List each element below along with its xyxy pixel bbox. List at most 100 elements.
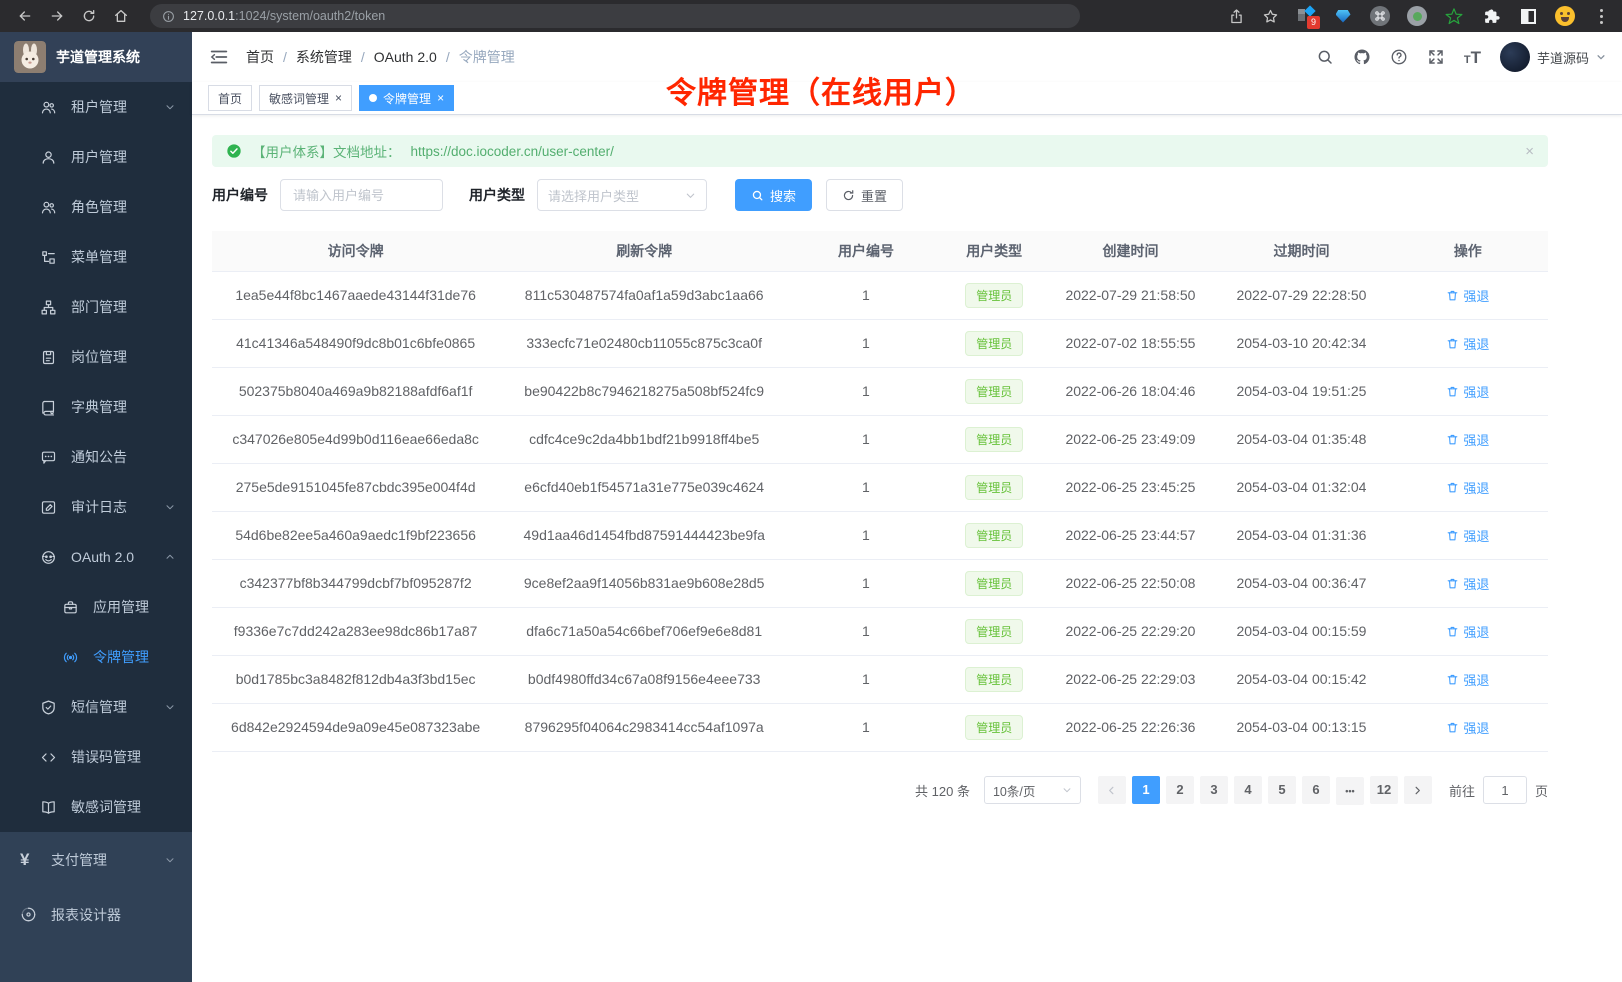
github-icon[interactable] xyxy=(1353,48,1371,66)
close-icon[interactable]: × xyxy=(437,92,444,104)
collapse-sidebar-icon[interactable] xyxy=(208,46,230,68)
message-icon xyxy=(40,449,57,466)
tab-token[interactable]: 令牌管理× xyxy=(359,85,454,111)
token-table: 访问令牌刷新令牌用户编号用户类型创建时间过期时间操作 1ea5e44f8bc14… xyxy=(212,231,1548,752)
search-button[interactable]: 搜索 xyxy=(735,179,812,211)
sidebar-item-oauth2-app[interactable]: 应用管理 xyxy=(0,582,192,632)
sidebar-item-label: OAuth 2.0 xyxy=(71,549,134,565)
created-cell: 2022-06-25 23:49:09 xyxy=(1046,415,1216,463)
book-icon xyxy=(40,399,57,416)
doc-link[interactable]: https://doc.iocoder.cn/user-center/ xyxy=(411,144,614,159)
tab-sensitive-word[interactable]: 敏感词管理× xyxy=(259,85,352,111)
force-logout-link[interactable]: 强退 xyxy=(1446,334,1489,353)
goto-page-input[interactable] xyxy=(1483,776,1527,804)
sidebar-item-oauth2[interactable]: OAuth 2.0 xyxy=(0,532,192,582)
force-logout-link[interactable]: 强退 xyxy=(1446,382,1489,401)
user-type-tag: 管理员 xyxy=(965,571,1023,596)
gem-extension-icon[interactable] xyxy=(1333,6,1353,26)
force-logout-link[interactable]: 强退 xyxy=(1446,430,1489,449)
app-logo xyxy=(14,41,46,73)
evernote-extension-icon[interactable] xyxy=(1444,6,1464,26)
alert-close-icon[interactable]: × xyxy=(1525,143,1534,160)
table-row: c347026e805e4d99b0d116eae66eda8ccdfc4ce9… xyxy=(212,415,1548,463)
browser-menu-icon[interactable] xyxy=(1592,9,1610,24)
reload-icon[interactable] xyxy=(76,3,102,29)
user-type-select[interactable]: 请选择用户类型 xyxy=(537,179,707,211)
reset-button[interactable]: 重置 xyxy=(826,179,903,211)
page-size-select[interactable]: 10条/页 xyxy=(984,776,1081,804)
sidebar-item-sensitive-word[interactable]: 敏感词管理 xyxy=(0,782,192,832)
user-id-input[interactable] xyxy=(280,179,443,211)
sidebar-item-post[interactable]: 岗位管理 xyxy=(0,332,192,382)
sidebar-item-dict[interactable]: 字典管理 xyxy=(0,382,192,432)
sidebar-item-user[interactable]: 用户管理 xyxy=(0,132,192,182)
column-header: 用户编号 xyxy=(789,231,943,271)
breadcrumb: 首页 / 系统管理 / OAuth 2.0 / 令牌管理 xyxy=(246,47,515,67)
total-count: 共 120 条 xyxy=(915,781,970,800)
font-size-icon[interactable]: TT xyxy=(1464,49,1481,66)
refresh-token-cell: dfa6c71a50a54c66bef706ef9e6e8d81 xyxy=(499,607,789,655)
help-icon[interactable] xyxy=(1390,48,1408,66)
sidebar-item-notice[interactable]: 通知公告 xyxy=(0,432,192,482)
chevron-up-icon xyxy=(164,551,176,563)
sidebar-item-pay[interactable]: ¥支付管理 xyxy=(0,832,192,887)
page-4[interactable]: 4 xyxy=(1234,776,1262,804)
sidebar-item-report-designer[interactable]: 报表设计器 xyxy=(0,887,192,942)
site-info-icon[interactable] xyxy=(162,10,175,23)
bookmark-star-icon[interactable] xyxy=(1262,8,1279,25)
page-5[interactable]: 5 xyxy=(1268,776,1296,804)
fullscreen-icon[interactable] xyxy=(1427,48,1445,66)
url-bar[interactable]: 127.0.0.1:1024/system/oauth2/token xyxy=(150,4,1080,28)
share-icon[interactable] xyxy=(1228,8,1245,25)
breadcrumb-home[interactable]: 首页 xyxy=(246,47,274,67)
action-cell: 强退 xyxy=(1388,463,1548,511)
close-icon[interactable]: × xyxy=(335,92,342,104)
home-icon[interactable] xyxy=(108,3,134,29)
expires-cell: 2054-03-04 01:35:48 xyxy=(1215,415,1387,463)
force-logout-link[interactable]: 强退 xyxy=(1446,622,1489,641)
force-logout-link[interactable]: 强退 xyxy=(1446,286,1489,305)
shortcut-extension-icon[interactable] xyxy=(1370,6,1390,26)
search-icon[interactable] xyxy=(1316,48,1334,66)
user-icon xyxy=(40,149,57,166)
success-alert: 【用户体系】文档地址： https://doc.iocoder.cn/user-… xyxy=(212,135,1548,167)
user-type-cell: 管理员 xyxy=(943,655,1046,703)
sidebar-item-audit-log[interactable]: 审计日志 xyxy=(0,482,192,532)
force-logout-link[interactable]: 强退 xyxy=(1446,526,1489,545)
sidebar-item-label: 角色管理 xyxy=(71,197,127,217)
breadcrumb-system[interactable]: 系统管理 xyxy=(296,47,352,67)
sidebar-item-tenant[interactable]: 租户管理 xyxy=(0,82,192,132)
tab-home[interactable]: 首页 xyxy=(208,85,252,111)
force-logout-link[interactable]: 强退 xyxy=(1446,718,1489,737)
sidebar-item-oauth2-token[interactable]: 令牌管理 xyxy=(0,632,192,682)
forward-icon[interactable] xyxy=(44,3,70,29)
app-logo-row[interactable]: 芋道管理系统 xyxy=(0,32,192,82)
force-logout-link[interactable]: 强退 xyxy=(1446,478,1489,497)
page-1[interactable]: 1 xyxy=(1132,776,1160,804)
briefcase-icon xyxy=(62,599,79,616)
signal-icon xyxy=(62,649,79,666)
tab-group-extension-icon[interactable]: 9 xyxy=(1296,6,1316,26)
sidebar-item-error-code[interactable]: 错误码管理 xyxy=(0,732,192,782)
page-2[interactable]: 2 xyxy=(1166,776,1194,804)
force-logout-link[interactable]: 强退 xyxy=(1446,574,1489,593)
next-page-button[interactable] xyxy=(1404,776,1432,804)
user-type-tag: 管理员 xyxy=(965,523,1023,548)
page-3[interactable]: 3 xyxy=(1200,776,1228,804)
profile-avatar-icon[interactable] xyxy=(1555,6,1575,26)
sidebar-item-sms[interactable]: 短信管理 xyxy=(0,682,192,732)
page-ellipsis[interactable]: ••• xyxy=(1336,777,1364,805)
force-logout-link[interactable]: 强退 xyxy=(1446,670,1489,689)
sidebar-item-role[interactable]: 角色管理 xyxy=(0,182,192,232)
breadcrumb-oauth2[interactable]: OAuth 2.0 xyxy=(374,49,437,65)
user-menu[interactable]: 芋道源码 xyxy=(1500,42,1606,72)
prev-page-button[interactable] xyxy=(1098,776,1126,804)
recorder-extension-icon[interactable] xyxy=(1407,6,1427,26)
extensions-puzzle-icon[interactable] xyxy=(1481,6,1501,26)
page-6[interactable]: 6 xyxy=(1302,776,1330,804)
sidebar-item-menu[interactable]: 菜单管理 xyxy=(0,232,192,282)
sidebar-item-dept[interactable]: 部门管理 xyxy=(0,282,192,332)
back-icon[interactable] xyxy=(12,3,38,29)
page-12[interactable]: 12 xyxy=(1370,776,1398,804)
split-screen-extension-icon[interactable] xyxy=(1518,6,1538,26)
